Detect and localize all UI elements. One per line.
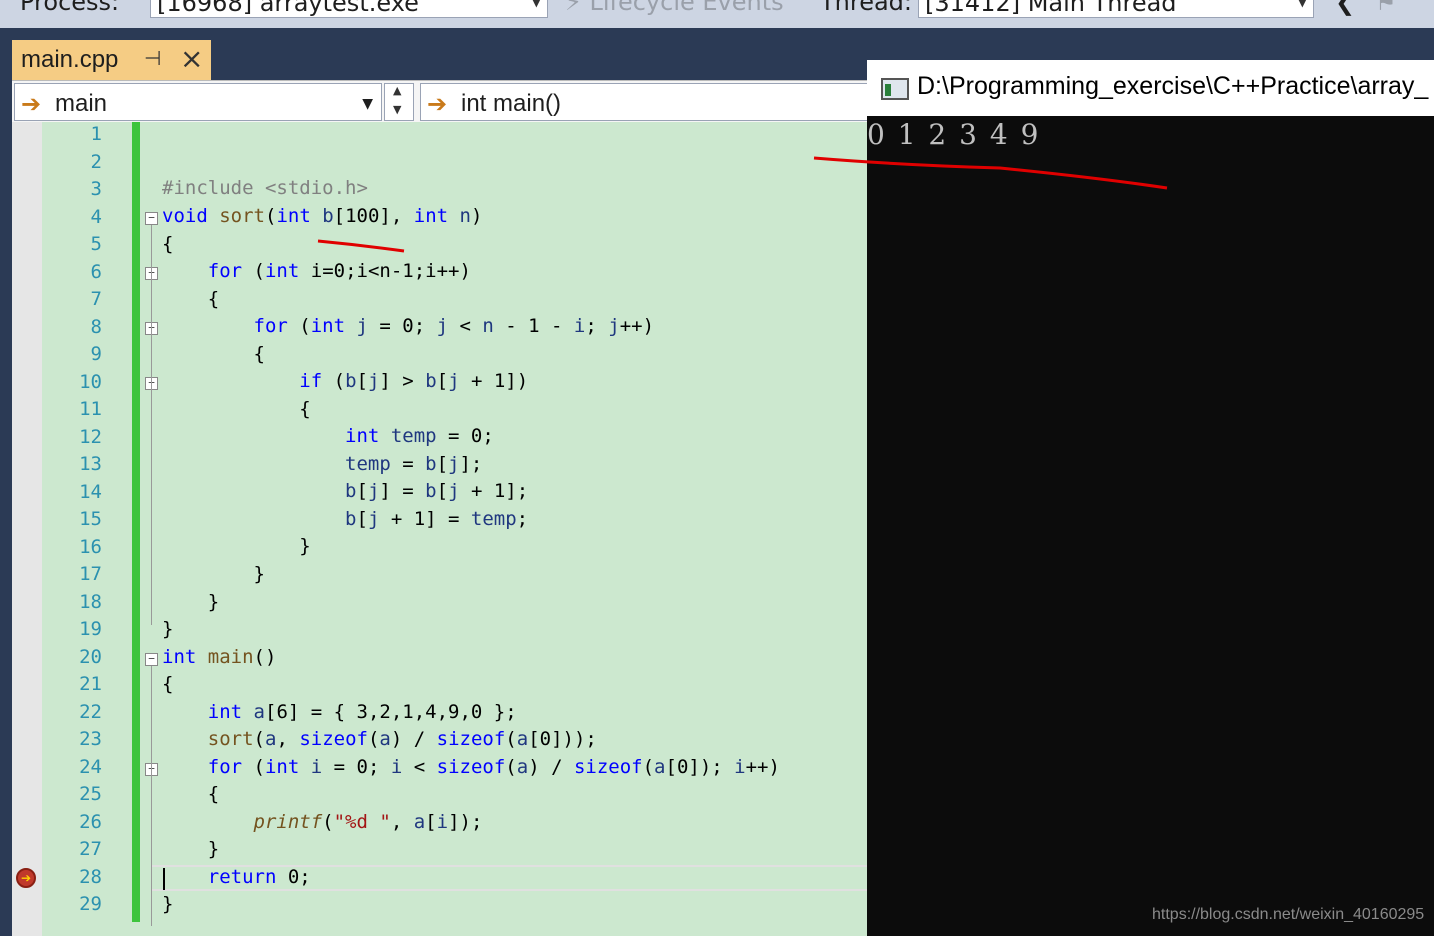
- code-line: sort(a, sizeof(a) / sizeof(a[0]));: [207, 728, 597, 750]
- code-line: {: [162, 673, 174, 695]
- code-line: void sort(int b[100], int n): [162, 205, 483, 227]
- thread-label: Thread:: [820, 0, 913, 16]
- code-line: int temp = 0;: [345, 425, 494, 447]
- code-line: {: [162, 288, 220, 310]
- fold-guide: [151, 225, 152, 625]
- line-number: 20: [79, 645, 102, 668]
- tab-main-cpp[interactable]: main.cpp ⊣ ×: [12, 40, 211, 80]
- line-number: 27: [79, 838, 102, 860]
- console-window[interactable]: D:\Programming_exercise\C++Practice\arra…: [867, 60, 1434, 936]
- chevron-down-icon: ▼: [362, 96, 373, 112]
- console-output: 0 1 2 3 4 9: [867, 118, 1041, 151]
- line-number-gutter: 1 2 3 4 5 6 7 8 9 10 11 12 13 14 15 16 17 18 19 20 21 22 23 24 2…: [42, 122, 132, 936]
- console-app-icon: [881, 78, 909, 100]
- thread-value: [31412] Main Thread: [925, 0, 1177, 17]
- breakpoint-margin[interactable]: [12, 122, 42, 936]
- line-number: 10: [79, 370, 102, 393]
- line-number: 17: [79, 563, 102, 585]
- line-number: 25: [79, 783, 102, 805]
- chevron-up-icon[interactable]: ▲: [393, 84, 401, 97]
- watermark: https://blog.csdn.net/weixin_40160295: [1152, 906, 1425, 923]
- code-line: return 0;: [207, 866, 311, 888]
- line-number: 9: [90, 343, 102, 365]
- code-line: }: [162, 535, 311, 557]
- fold-toggle[interactable]: −: [145, 653, 158, 666]
- line-number: 13: [79, 453, 102, 475]
- line-number: 5: [90, 233, 102, 255]
- line-number: 26: [79, 810, 102, 833]
- lifecycle-icon: ⚡: [565, 0, 590, 16]
- line-number: 7: [90, 288, 102, 310]
- arrow-right-icon: ➔: [427, 90, 448, 118]
- line-number: 29: [79, 893, 102, 915]
- line-number: 12: [79, 425, 102, 448]
- debug-toolbar: Process: [16968] arraytest.exe ▼ ⚡ Lifec…: [0, 0, 1434, 28]
- line-number: 18: [79, 590, 102, 613]
- code-line: for (int i=0;i<n-1;i++): [207, 260, 471, 282]
- pin-icon[interactable]: ⊣: [144, 46, 161, 70]
- close-icon[interactable]: ×: [180, 42, 203, 75]
- line-number: 3: [90, 178, 102, 200]
- code-line: }: [162, 893, 174, 915]
- chevron-down-icon: ▼: [1297, 0, 1307, 9]
- code-line: b[j + 1] = temp;: [345, 508, 529, 530]
- navigation-bar: ➔ main ▼ ▲ ▼ ➔ int main(): [12, 80, 872, 123]
- scope-combo[interactable]: ➔ main ▼: [14, 83, 382, 121]
- code-line: #include <stdio.h>: [162, 177, 368, 199]
- chevron-down-icon[interactable]: ▼: [393, 103, 401, 116]
- line-number: 16: [79, 535, 102, 558]
- code-line: if (b[j] > b[j + 1]): [299, 370, 529, 392]
- code-line: {: [162, 343, 265, 365]
- code-line: }: [162, 838, 220, 860]
- arrow-right-icon: ➔: [21, 90, 42, 118]
- line-number: 6: [90, 260, 102, 283]
- member-combo[interactable]: ➔ int main(): [420, 83, 870, 121]
- breakpoint-current-statement-icon[interactable]: ➔: [16, 868, 36, 888]
- line-number: 2: [90, 150, 102, 173]
- line-number: 19: [79, 618, 102, 640]
- fold-toggle[interactable]: −: [145, 212, 158, 225]
- process-combo[interactable]: [16968] arraytest.exe ▼: [150, 0, 548, 18]
- code-line: {: [162, 783, 220, 805]
- code-line: }: [162, 563, 265, 585]
- flag-icon[interactable]: ⚑: [1375, 0, 1397, 16]
- code-editor[interactable]: 1 2 3 4 5 6 7 8 9 10 11 12 13 14 15 16 17 18 19 20 21 22 23 24 2…: [12, 122, 868, 936]
- line-number: 1: [90, 123, 102, 145]
- change-tracking-bar: [132, 122, 140, 922]
- process-label: Process:: [20, 0, 120, 16]
- line-number: 14: [79, 480, 102, 503]
- console-title-bar[interactable]: D:\Programming_exercise\C++Practice\arra…: [867, 60, 1434, 116]
- process-value: [16968] arraytest.exe: [157, 0, 419, 17]
- back-nav-icon[interactable]: ❮: [1335, 0, 1355, 16]
- line-number: 24: [79, 755, 102, 778]
- code-line: {: [162, 233, 174, 255]
- code-line: int a[6] = { 3,2,1,4,9,0 };: [207, 701, 517, 723]
- code-line: b[j] = b[j + 1];: [345, 480, 529, 502]
- tab-title: main.cpp: [21, 46, 119, 73]
- code-line: }: [162, 591, 220, 613]
- code-line: }: [162, 618, 174, 640]
- line-number: 15: [79, 508, 102, 530]
- line-number: 8: [90, 315, 102, 338]
- member-value: int main(): [461, 90, 562, 117]
- scope-spinner[interactable]: ▲ ▼: [384, 83, 414, 121]
- code-line: for (int i = 0; i < sizeof(a) / sizeof(a…: [207, 756, 780, 778]
- thread-combo[interactable]: [31412] Main Thread ▼: [918, 0, 1314, 18]
- code-line: int main(): [162, 646, 277, 668]
- line-number: 22: [79, 700, 102, 723]
- code-line: {: [162, 398, 311, 420]
- line-number: 21: [79, 673, 102, 695]
- code-line: printf("%d ", a[i]);: [253, 811, 483, 833]
- console-title: D:\Programming_exercise\C++Practice\arra…: [917, 72, 1429, 100]
- line-number: 4: [90, 205, 102, 228]
- line-number: 28: [79, 865, 102, 888]
- code-line: for (int j = 0; j < n - 1 - i; j++): [253, 315, 655, 337]
- lifecycle-label: Lifecycle Events: [589, 0, 784, 16]
- line-number: 11: [79, 398, 102, 420]
- lifecycle-events-button[interactable]: ⚡ Lifecycle Events: [565, 0, 784, 16]
- code-line: temp = b[j];: [345, 453, 483, 475]
- chevron-down-icon: ▼: [531, 0, 541, 9]
- scope-value: main: [55, 90, 108, 117]
- line-number: 23: [79, 728, 102, 750]
